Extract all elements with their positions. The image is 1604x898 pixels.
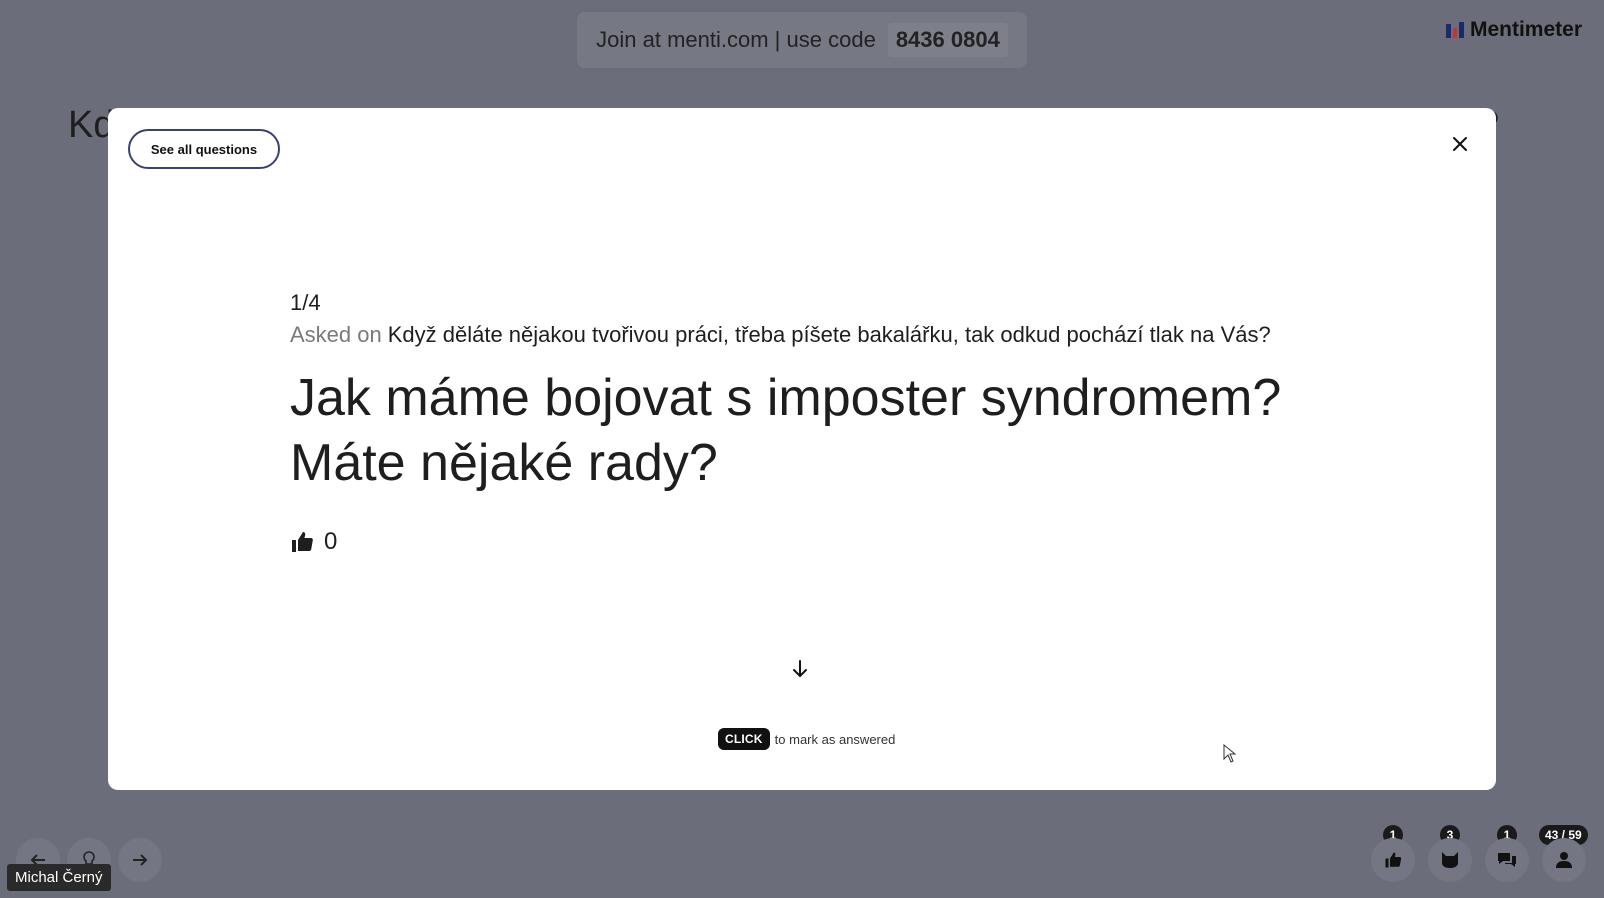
next-slide-button[interactable] [118, 838, 162, 882]
asked-on-question: Když děláte nějakou tvořivou práci, třeb… [387, 322, 1271, 347]
participants-button[interactable] [1542, 838, 1586, 882]
thumbs-up-icon [292, 532, 313, 552]
question-counter: 1/4 [290, 290, 321, 315]
question-modal: See all questions 1/4 Asked on Když dělát… [108, 108, 1496, 790]
presenter-name-tag: Michal Černý [7, 864, 111, 891]
like-count-value: 0 [324, 528, 338, 555]
asked-on-prefix: Asked on [290, 322, 382, 347]
join-code: 8436 0804 [887, 23, 1008, 57]
chat-bubbles-icon [1498, 853, 1516, 867]
cat-icon [1442, 852, 1458, 868]
arrow-down-icon[interactable] [792, 660, 808, 684]
see-all-questions-button[interactable]: See all questions [128, 129, 280, 169]
reactions-like-button[interactable] [1371, 838, 1415, 882]
mark-answered-hint: CLICK to mark as answered [718, 728, 895, 750]
join-instructions: Join at menti.com | use code 8436 0804 [577, 12, 1027, 68]
arrow-right-icon [133, 854, 148, 866]
like-count: 0 [290, 528, 337, 556]
audience-question: Jak máme bojovat s imposter syndromem? M… [290, 369, 1282, 492]
join-text: Join at menti.com | use code [596, 27, 876, 52]
mouse-cursor-icon [1223, 743, 1237, 769]
mentimeter-logo-icon [1445, 22, 1464, 38]
qa-button[interactable] [1485, 838, 1529, 882]
person-icon [1556, 852, 1572, 868]
close-icon[interactable] [1446, 130, 1474, 158]
hint-text: to mark as answered [774, 731, 896, 747]
mentimeter-logo: Mentimeter [1445, 18, 1582, 42]
click-key-badge: CLICK [718, 728, 770, 750]
thumbs-up-icon [1385, 852, 1402, 868]
brand-name: Mentimeter [1469, 18, 1582, 41]
reactions-button[interactable] [1428, 838, 1472, 882]
asked-on-line: Asked on Když děláte nějakou tvořivou prá… [290, 322, 1271, 348]
